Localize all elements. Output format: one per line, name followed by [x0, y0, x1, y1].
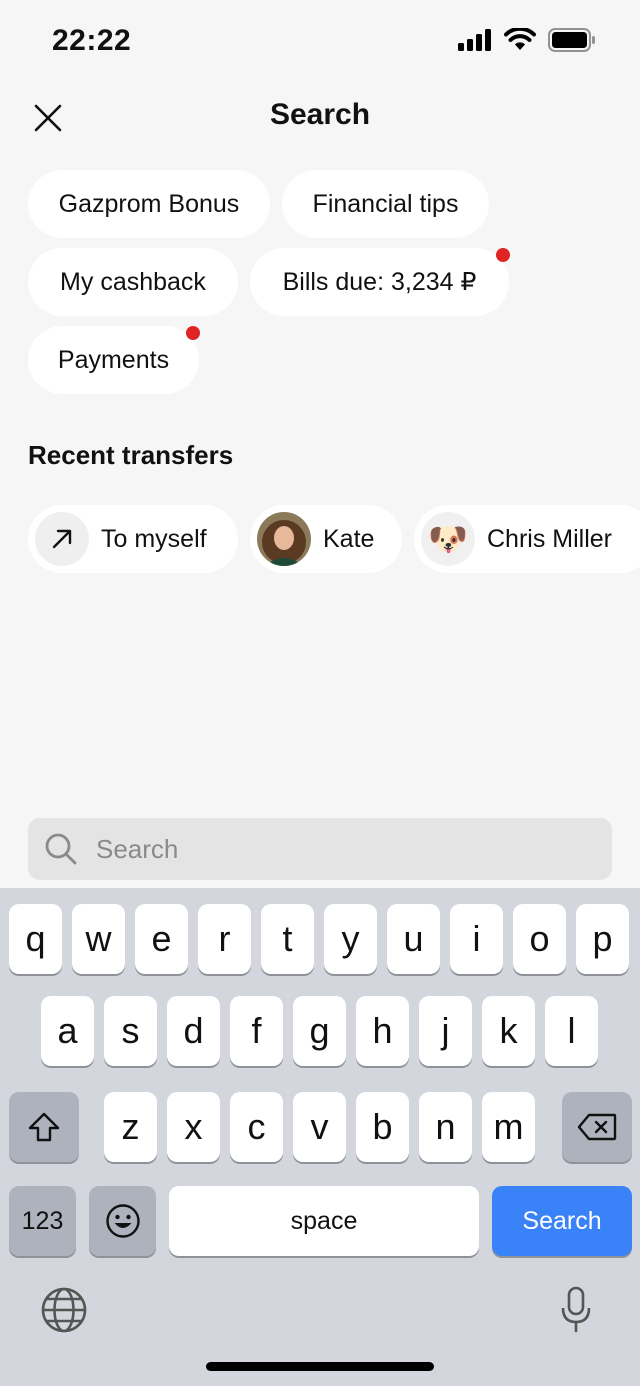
key-t[interactable]: t — [261, 904, 314, 974]
chip-gazprom-bonus[interactable]: Gazprom Bonus — [28, 170, 270, 238]
key-s[interactable]: s — [104, 996, 157, 1066]
chip-label: My cashback — [60, 267, 206, 296]
key-i[interactable]: i — [450, 904, 503, 974]
recent-transfer-kate[interactable]: Kate — [250, 505, 402, 573]
chip-payments[interactable]: Payments — [28, 326, 199, 394]
wifi-icon — [504, 28, 536, 50]
shift-key[interactable] — [9, 1092, 79, 1162]
keyboard: q w e r t y u i o p a s d f g h j k l z … — [0, 888, 640, 1386]
contact-name: Kate — [323, 524, 375, 553]
notification-dot — [186, 326, 200, 340]
status-time: 22:22 — [52, 24, 132, 57]
key-b[interactable]: b — [356, 1092, 409, 1162]
dog-emoji-avatar: 🐶 — [421, 512, 475, 566]
space-key[interactable]: space — [169, 1186, 479, 1256]
key-y[interactable]: y — [324, 904, 377, 974]
notification-dot — [496, 248, 510, 262]
avatar — [257, 512, 311, 566]
chip-label: Financial tips — [312, 189, 459, 218]
key-u[interactable]: u — [387, 904, 440, 974]
key-l[interactable]: l — [545, 996, 598, 1066]
key-j[interactable]: j — [419, 996, 472, 1066]
key-f[interactable]: f — [230, 996, 283, 1066]
key-o[interactable]: o — [513, 904, 566, 974]
search-return-key[interactable]: Search — [492, 1186, 632, 1256]
chip-financial-tips[interactable]: Financial tips — [282, 170, 489, 238]
numbers-key[interactable]: 123 — [9, 1186, 76, 1256]
backspace-icon — [577, 1113, 617, 1141]
key-a[interactable]: a — [41, 996, 94, 1066]
key-c[interactable]: c — [230, 1092, 283, 1162]
battery-icon — [548, 28, 595, 52]
shift-icon — [28, 1112, 60, 1142]
chip-label: Gazprom Bonus — [58, 189, 240, 218]
person-photo-avatar — [257, 512, 311, 566]
cellular-signal-icon — [458, 29, 491, 51]
recent-transfer-to-myself[interactable]: To myself — [28, 505, 238, 573]
dictation-button[interactable] — [560, 1286, 592, 1334]
avatar — [35, 512, 89, 566]
home-indicator — [206, 1362, 434, 1371]
status-icons — [458, 28, 596, 52]
contact-name: To myself — [101, 524, 207, 553]
key-g[interactable]: g — [293, 996, 346, 1066]
key-q[interactable]: q — [9, 904, 62, 974]
search-icon — [45, 833, 77, 865]
key-z[interactable]: z — [104, 1092, 157, 1162]
globe-icon — [41, 1287, 87, 1333]
chip-label: Bills due: 3,234 ₽ — [282, 268, 477, 296]
key-r[interactable]: r — [198, 904, 251, 974]
emoji-key[interactable] — [89, 1186, 156, 1256]
contact-name: Chris Miller — [487, 524, 612, 553]
key-k[interactable]: k — [482, 996, 535, 1066]
search-bar[interactable] — [28, 818, 612, 880]
emoji-icon — [105, 1204, 140, 1238]
page-title: Search — [269, 98, 371, 131]
recent-transfers-heading: Recent transfers — [28, 440, 234, 470]
key-d[interactable]: d — [167, 996, 220, 1066]
microphone-icon — [561, 1286, 591, 1333]
arrow-up-right-icon — [52, 529, 72, 549]
key-n[interactable]: n — [419, 1092, 472, 1162]
globe-button[interactable] — [40, 1286, 88, 1334]
key-m[interactable]: m — [482, 1092, 535, 1162]
key-w[interactable]: w — [72, 904, 125, 974]
key-x[interactable]: x — [167, 1092, 220, 1162]
key-h[interactable]: h — [356, 996, 409, 1066]
recent-transfer-chris-miller[interactable]: 🐶 Chris Miller — [414, 505, 640, 573]
chip-bills-due[interactable]: Bills due: 3,234 ₽ — [250, 248, 509, 316]
chip-my-cashback[interactable]: My cashback — [28, 248, 238, 316]
key-e[interactable]: e — [135, 904, 188, 974]
key-v[interactable]: v — [293, 1092, 346, 1162]
search-input[interactable] — [94, 832, 578, 866]
delete-key[interactable] — [562, 1092, 632, 1162]
key-p[interactable]: p — [576, 904, 629, 974]
chip-label: Payments — [57, 345, 170, 374]
